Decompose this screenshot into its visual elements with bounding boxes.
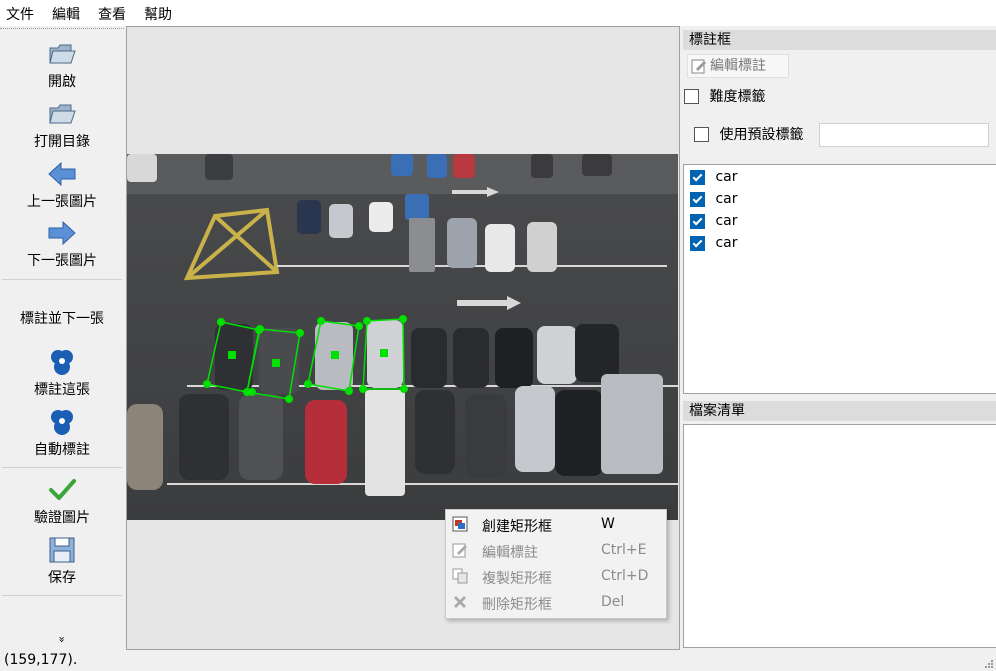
label-dock-title: 標註框 xyxy=(683,30,996,50)
label-list: car car car car xyxy=(683,164,996,394)
toolbar: 開啟 打開目錄 上一張圖片 下一張圖片 標註並下一張 標註這張 自動標註 驗證圖… xyxy=(0,28,124,649)
copy-icon xyxy=(452,568,468,584)
arrow-left-icon xyxy=(48,161,76,187)
label-checkbox[interactable] xyxy=(690,191,705,207)
resize-grip-icon[interactable] xyxy=(984,659,994,669)
folder-icon xyxy=(49,44,76,64)
verify-label: 驗證圖片 xyxy=(34,510,90,526)
label-text: car xyxy=(715,169,738,185)
toolbar-separator xyxy=(2,467,122,468)
label-checkbox[interactable] xyxy=(690,169,705,185)
prev-image-label: 上一張圖片 xyxy=(27,194,97,210)
file-list[interactable] xyxy=(683,424,996,648)
menu-edit[interactable]: 編輯 xyxy=(52,4,80,24)
ctx-label: 複製矩形框 xyxy=(482,571,552,587)
delete-icon xyxy=(454,596,466,608)
toolbar-more-button[interactable]: » xyxy=(56,635,69,645)
menu-file[interactable]: 文件 xyxy=(6,4,34,24)
ctx-copy-rect[interactable]: 複製矩形框 Ctrl+D xyxy=(446,564,666,590)
save-label: 保存 xyxy=(48,570,76,586)
parking-lot-image xyxy=(127,154,678,520)
annotate-next-label: 標註並下一張 xyxy=(20,311,104,327)
open-button[interactable]: 開啟 xyxy=(0,39,124,91)
auto-annotate-button[interactable]: 自動標註 xyxy=(0,407,124,459)
label-checkbox[interactable] xyxy=(690,213,705,229)
open-dir-label: 打開目錄 xyxy=(34,134,90,150)
label-text: car xyxy=(715,191,738,207)
arrow-right-icon xyxy=(48,220,76,246)
label-list-item[interactable]: car xyxy=(690,213,738,229)
app-logo-icon xyxy=(51,350,73,375)
label-list-item[interactable]: car xyxy=(690,169,738,185)
ctx-edit-label[interactable]: 編輯標註 Ctrl+E xyxy=(446,538,666,564)
ctx-label: 創建矩形框 xyxy=(482,519,552,535)
ctx-label: 刪除矩形框 xyxy=(482,597,552,613)
label-checkbox[interactable] xyxy=(690,235,705,251)
verify-button[interactable]: 驗證圖片 xyxy=(0,475,124,527)
open-dir-button[interactable]: 打開目錄 xyxy=(0,99,124,151)
next-image-button[interactable]: 下一張圖片 xyxy=(0,218,124,270)
difficult-checkbox-row[interactable]: 難度標籤 xyxy=(684,86,765,106)
menu-bar: 文件 編輯 查看 幫助 xyxy=(0,0,996,26)
label-list-item[interactable]: car xyxy=(690,191,738,207)
ctx-label: 編輯標註 xyxy=(482,545,538,561)
use-default-label-row[interactable]: 使用預設標籤 xyxy=(694,124,803,144)
checkmark-icon xyxy=(49,479,76,500)
save-icon xyxy=(49,537,75,563)
edit-label-button[interactable]: 編輯標註 xyxy=(687,54,789,78)
save-button[interactable]: 保存 xyxy=(0,535,124,587)
prev-image-button[interactable]: 上一張圖片 xyxy=(0,159,124,211)
next-image-label: 下一張圖片 xyxy=(27,253,97,269)
app-logo-icon xyxy=(51,410,73,435)
ctx-shortcut: W xyxy=(601,516,615,532)
annotate-this-label: 標註這張 xyxy=(34,382,90,398)
annotate-next-button[interactable]: 標註並下一張 xyxy=(0,306,124,328)
ctx-shortcut: Del xyxy=(601,594,625,610)
context-menu: 創建矩形框 W 編輯標註 Ctrl+E 複製矩形框 Ctrl+D 刪除矩形框 D… xyxy=(445,509,667,619)
use-default-label-text: 使用預設標籤 xyxy=(719,127,804,143)
label-text: car xyxy=(715,235,738,251)
ctx-create-rect[interactable]: 創建矩形框 W xyxy=(446,512,666,538)
open-label: 開啟 xyxy=(48,74,76,90)
status-bar: (159,177). xyxy=(0,650,996,671)
menu-help[interactable]: 幫助 xyxy=(144,4,172,24)
create-rect-icon xyxy=(452,516,468,532)
auto-annotate-label: 自動標註 xyxy=(34,442,90,458)
toolbar-separator xyxy=(2,279,122,280)
ctx-shortcut: Ctrl+D xyxy=(601,568,649,584)
ctx-shortcut: Ctrl+E xyxy=(601,542,647,558)
edit-icon xyxy=(452,543,467,558)
edit-label-text: 編輯標註 xyxy=(710,58,766,74)
difficult-checkbox[interactable] xyxy=(684,88,699,104)
use-default-label-checkbox[interactable] xyxy=(694,126,709,142)
ctx-delete-rect[interactable]: 刪除矩形框 Del xyxy=(446,590,666,616)
annotate-this-button[interactable]: 標註這張 xyxy=(0,347,124,399)
cursor-coordinates: (159,177). xyxy=(4,652,78,668)
folder-open-icon xyxy=(49,104,76,124)
toolbar-separator xyxy=(2,595,122,596)
edit-icon xyxy=(691,59,706,74)
difficult-label: 難度標籤 xyxy=(709,89,766,105)
label-text: car xyxy=(715,213,738,229)
file-dock-title: 檔案清單 xyxy=(683,401,996,421)
label-list-item[interactable]: car xyxy=(690,235,738,251)
menu-view[interactable]: 查看 xyxy=(98,4,126,24)
default-label-input[interactable] xyxy=(819,123,989,147)
